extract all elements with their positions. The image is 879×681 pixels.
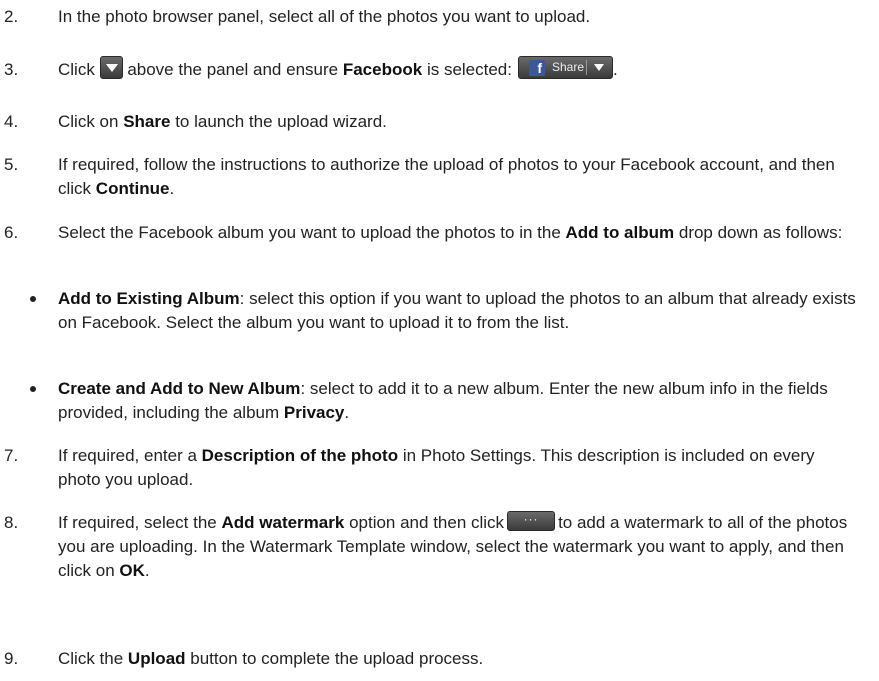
step-text-part: to launch the upload wizard. (175, 112, 387, 131)
step-number: 7. (4, 446, 19, 465)
step-text-part: button to complete the upload process. (190, 649, 484, 668)
step-text-part: Click the (58, 649, 124, 668)
dropdown-arrow-icon (105, 64, 118, 73)
share-dropdown-arrow-icon[interactable] (593, 64, 604, 72)
step-number: 4. (4, 112, 19, 131)
bullet-emphasis: Privacy (283, 403, 345, 422)
step-text-part: . (169, 179, 175, 198)
step-text: Click above the panel and ensure Faceboo… (58, 56, 861, 82)
step-number: 5. (4, 155, 19, 174)
step-text-part: drop down as follows: (678, 223, 843, 242)
instructions-document: 2. In the photo browser panel, select al… (0, 0, 879, 681)
step-text-part: Select the Facebook album you want to up… (58, 223, 561, 242)
step-text: Click on Share to launch the upload wiza… (58, 110, 861, 134)
step-number: 9. (4, 649, 19, 668)
bullet-dot (30, 386, 36, 392)
step-text-part: If required, follow the instructions to … (58, 155, 835, 198)
step-text-part: If required, select the (58, 513, 217, 532)
share-button[interactable]: f Share (517, 56, 613, 80)
bullet-dot (30, 296, 36, 302)
share-button-divider (585, 60, 587, 76)
step-emphasis: Description of the photo (201, 446, 399, 465)
step-text: Click the Upload button to complete the … (58, 647, 861, 671)
step-emphasis: Add watermark (221, 513, 345, 532)
step-text: In the photo browser panel, select all o… (58, 7, 591, 26)
watermark-browse-button[interactable]: ··· (507, 510, 556, 531)
bullet-text-part: . (344, 403, 350, 422)
step-emphasis: OK (119, 561, 145, 580)
step-text: Select the Facebook album you want to up… (58, 221, 861, 245)
bullet-text: Add to Existing Album: select this optio… (58, 287, 861, 335)
step-number: 2. (4, 7, 19, 26)
step-text-part: option and then click (349, 513, 505, 532)
dropdown-button[interactable] (99, 56, 123, 80)
bullet-emphasis: Add to Existing Album (58, 289, 240, 308)
step-text-part: above the panel and ensure (127, 60, 339, 79)
ellipsis-icon: ··· (523, 511, 539, 526)
step-text: If required, select the Add watermark op… (58, 510, 861, 583)
step-text: If required, follow the instructions to … (58, 153, 861, 201)
bullet-text: Create and Add to New Album: select to a… (58, 377, 861, 425)
step-text-part: . (612, 60, 618, 79)
step-text-part: Click on (58, 112, 119, 131)
step-emphasis: Continue (95, 179, 170, 198)
step-emphasis: Add to album (565, 223, 675, 242)
step-number: 6. (4, 223, 19, 242)
step-text-part: If required, enter a (58, 446, 197, 465)
step-emphasis: Facebook (342, 60, 423, 79)
step-emphasis: Share (123, 112, 171, 131)
step-emphasis: Upload (127, 649, 186, 668)
facebook-icon: f (528, 60, 545, 77)
bullet-emphasis: Create and Add to New Album (58, 379, 301, 398)
share-button-label: Share (551, 60, 585, 75)
step-text-part: Click (58, 60, 95, 79)
step-text: If required, enter a Description of the … (58, 444, 861, 492)
step-text-part: is selected: (426, 60, 512, 79)
step-number: 3. (4, 60, 19, 79)
step-number: 8. (4, 513, 19, 532)
step-text-part: . (144, 561, 150, 580)
